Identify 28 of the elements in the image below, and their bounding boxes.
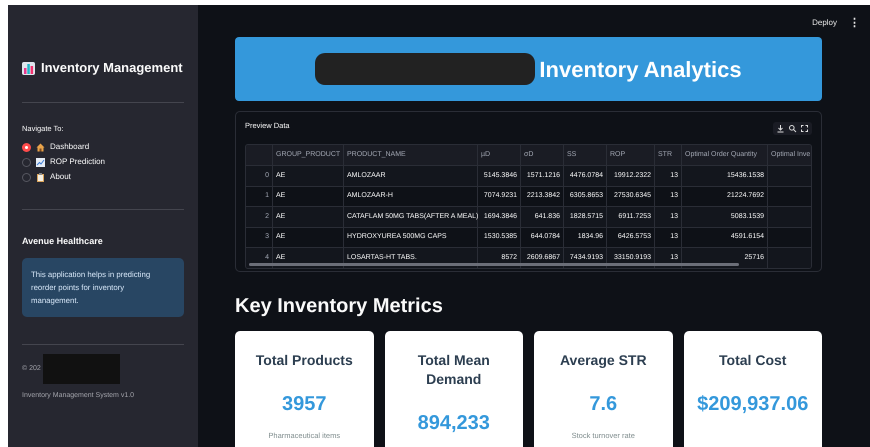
clipboard-icon bbox=[36, 172, 45, 182]
sidebar-title: Inventory Management bbox=[41, 59, 183, 78]
metric-title: Total Products bbox=[256, 351, 353, 370]
metric-title: Average STR bbox=[560, 351, 647, 370]
metric-title: Total Mean Demand bbox=[416, 351, 491, 389]
banner-title: Inventory Analytics bbox=[539, 56, 742, 84]
nav-radio-item[interactable]: Dashboard bbox=[22, 141, 184, 154]
metric-value: 3957 bbox=[282, 392, 326, 417]
metric-value: $209,937.06 bbox=[697, 392, 808, 417]
company-name: Avenue Healthcare bbox=[22, 235, 104, 248]
deploy-button[interactable]: Deploy bbox=[812, 17, 837, 29]
radio-button[interactable] bbox=[22, 158, 31, 167]
metric-value: 894,233 bbox=[418, 411, 490, 436]
bar-chart-icon bbox=[22, 62, 35, 74]
house-icon bbox=[36, 142, 45, 152]
download-icon[interactable] bbox=[776, 124, 785, 133]
radio-button[interactable] bbox=[22, 172, 31, 182]
nav-radio-item[interactable]: About bbox=[22, 171, 184, 184]
menu-button[interactable]: ⋮ bbox=[849, 14, 860, 32]
section-heading: Key Inventory Metrics bbox=[235, 294, 444, 319]
line-chart-icon bbox=[36, 158, 45, 167]
radio-button[interactable] bbox=[22, 142, 31, 152]
scrollbar[interactable] bbox=[249, 262, 739, 266]
nav-radio-item[interactable]: ROP Prediction bbox=[22, 156, 184, 168]
fullscreen-icon[interactable] bbox=[800, 124, 809, 133]
metric-title: Total Cost bbox=[719, 351, 786, 370]
search-icon[interactable] bbox=[788, 124, 797, 133]
metric-value: 7.6 bbox=[589, 392, 618, 417]
